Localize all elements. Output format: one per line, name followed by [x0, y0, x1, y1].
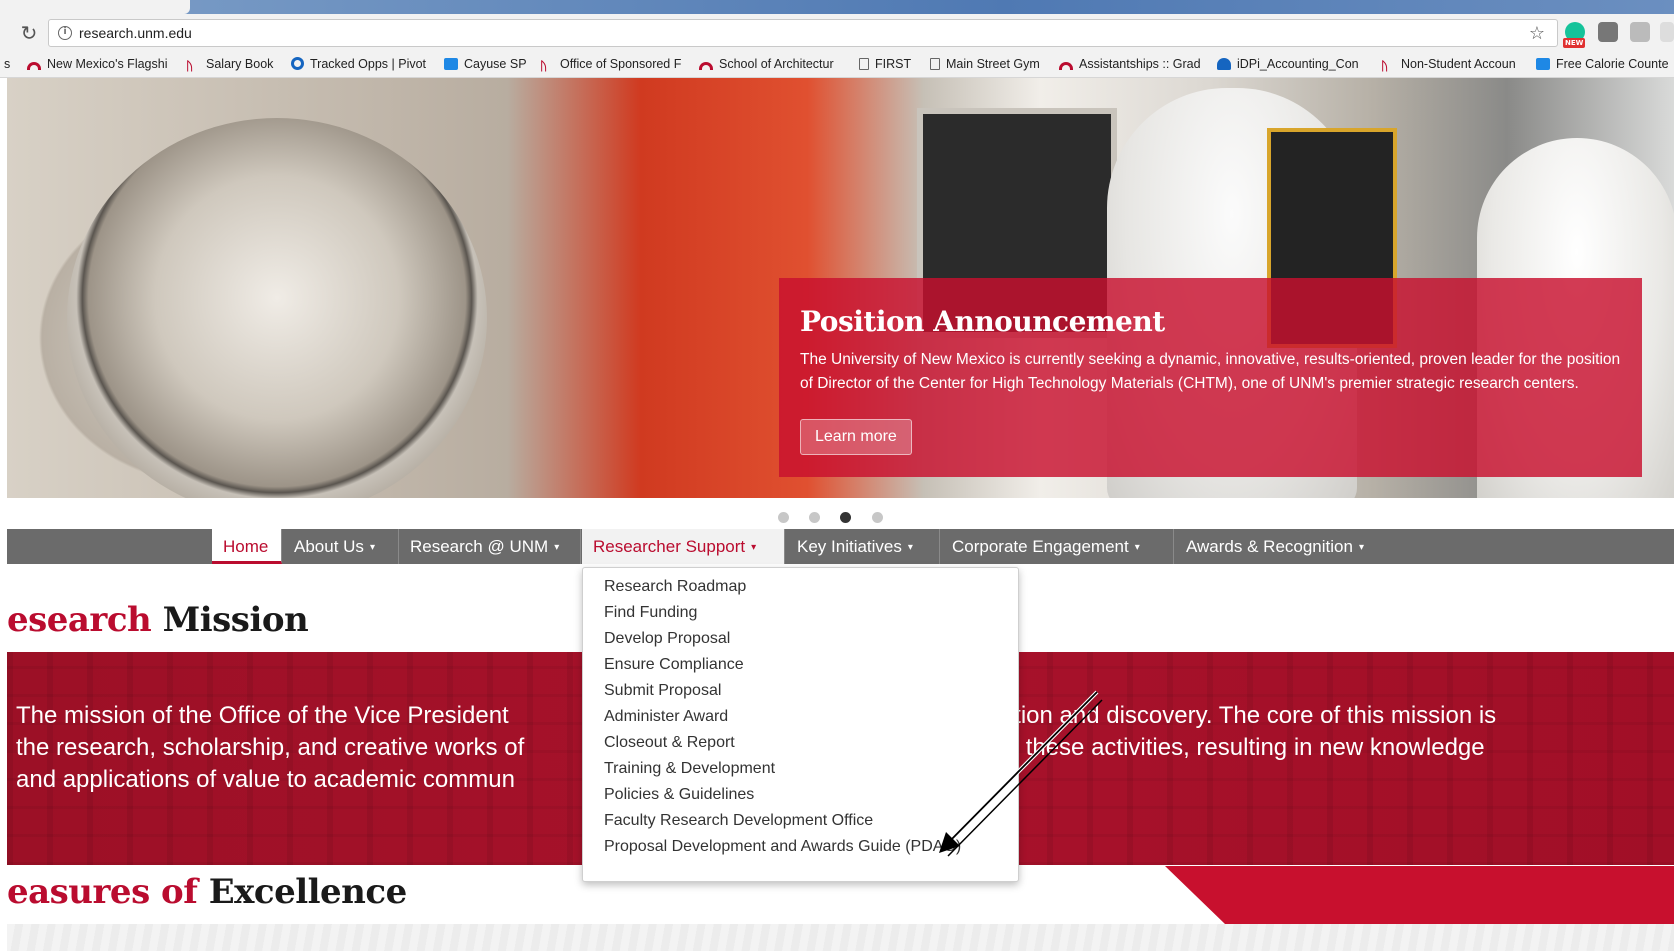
- bookmark-item[interactable]: ᚢ Office of Sponsored F: [540, 57, 682, 73]
- nav-about-us[interactable]: About Us ▾: [283, 529, 399, 564]
- dropdown-item-administer-award[interactable]: Administer Award: [604, 706, 728, 728]
- active-tab[interactable]: [0, 0, 190, 14]
- nav-key-initiatives[interactable]: Key Initiatives ▾: [786, 529, 940, 564]
- nav-researcher-support[interactable]: Researcher Support ▾: [582, 529, 785, 564]
- bookmark-label: iDPi_Accounting_Con: [1237, 57, 1359, 71]
- extension-icon[interactable]: [1630, 22, 1650, 42]
- caret-down-icon: ▾: [1358, 542, 1364, 553]
- bookmark-item[interactable]: ᚢ Salary Book: [186, 57, 274, 73]
- caret-down-icon: ▾: [554, 542, 560, 553]
- dropdown-item-find-funding[interactable]: Find Funding: [604, 602, 697, 624]
- announcement-title: Position Announcement: [800, 305, 1165, 338]
- dropdown-item-ensure-compliance[interactable]: Ensure Compliance: [604, 654, 744, 676]
- nav-label: Researcher Support: [593, 537, 746, 556]
- bookmark-overflow-fragment[interactable]: s: [4, 57, 10, 71]
- nav-label: Research @ UNM: [410, 537, 549, 556]
- bookmark-item[interactable]: New Mexico's Flagshi: [27, 57, 167, 71]
- footer-texture: [7, 924, 1674, 951]
- extension-icon[interactable]: [1660, 22, 1674, 42]
- caret-down-icon: ▾: [751, 542, 757, 553]
- researcher-support-dropdown: Research Roadmap Find Funding Develop Pr…: [582, 567, 1019, 882]
- calorie-icon: [1536, 58, 1550, 70]
- dropdown-item-submit-proposal[interactable]: Submit Proposal: [604, 680, 721, 702]
- heading-dark-part: Mission: [151, 600, 309, 640]
- bookmark-label: Cayuse SP: [464, 57, 527, 71]
- address-bar[interactable]: i research.unm.edu ☆: [48, 19, 1558, 47]
- research-mission-heading: esearch Mission: [7, 600, 309, 640]
- nav-label: Corporate Engagement: [952, 537, 1129, 556]
- bookmark-item[interactable]: ᚢ Non-Student Accoun: [1381, 57, 1516, 73]
- nav-research-at-unm[interactable]: Research @ UNM ▾: [399, 529, 581, 564]
- nav-label: Awards & Recognition: [1186, 537, 1353, 556]
- carousel-dot[interactable]: [778, 512, 789, 523]
- extension-new-badge: NEW: [1563, 38, 1586, 48]
- dropdown-item-closeout-report[interactable]: Closeout & Report: [604, 732, 735, 754]
- page-icon: [930, 58, 940, 70]
- pivot-icon: [291, 57, 304, 70]
- unm-arc-icon: [699, 62, 713, 70]
- star-icon[interactable]: ☆: [1529, 23, 1545, 44]
- extension-icon[interactable]: [1598, 22, 1618, 42]
- dropdown-item-training-development[interactable]: Training & Development: [604, 758, 775, 780]
- nav-corporate-engagement[interactable]: Corporate Engagement ▾: [941, 529, 1174, 564]
- hero-image-vacuum-chamber: [67, 118, 487, 498]
- bookmark-label: Salary Book: [206, 57, 274, 71]
- nav-awards-recognition[interactable]: Awards & Recognition ▾: [1175, 529, 1399, 564]
- unm-logo-icon: ᚢ: [186, 59, 194, 73]
- bookmark-label: New Mexico's Flagshi: [47, 57, 168, 71]
- nav-label: Home: [223, 537, 269, 556]
- caret-down-icon: ▾: [1134, 542, 1140, 553]
- bookmark-item[interactable]: Cayuse SP: [444, 57, 527, 71]
- bookmark-label: Office of Sponsored F: [560, 57, 682, 71]
- bookmark-item[interactable]: Assistantships :: Grad: [1059, 57, 1201, 71]
- nav-label: Key Initiatives: [797, 537, 902, 556]
- bookmark-label: Non-Student Accoun: [1401, 57, 1516, 71]
- bookmarks-bar: s New Mexico's Flagshi ᚢ Salary Book Trac…: [0, 52, 1674, 78]
- unm-arc-icon: [1059, 62, 1073, 70]
- info-icon[interactable]: i: [58, 26, 72, 40]
- nav-home[interactable]: Home: [212, 529, 282, 564]
- browser-toolbar: ↻ i research.unm.edu ☆ NEW: [0, 14, 1674, 52]
- carousel-dot[interactable]: [872, 512, 883, 523]
- bookmark-label: Assistantships :: Grad: [1079, 57, 1201, 71]
- bookmark-item[interactable]: School of Architectur: [699, 57, 834, 71]
- unm-logo-icon: ᚢ: [540, 59, 548, 73]
- learn-more-button[interactable]: Learn more: [800, 419, 912, 455]
- dropdown-item-policies-guidelines[interactable]: Policies & Guidelines: [604, 784, 754, 806]
- bookmark-label: Main Street Gym: [946, 57, 1040, 71]
- bookmark-label: Tracked Opps | Pivot: [310, 57, 427, 71]
- heading-red-part: easures of: [7, 872, 198, 912]
- page-icon: [859, 58, 869, 70]
- bookmark-item[interactable]: Free Calorie Counte: [1536, 57, 1669, 71]
- caret-down-icon: ▾: [907, 542, 913, 553]
- cayuse-icon: [444, 58, 458, 70]
- dropdown-item-pdag[interactable]: Proposal Development and Awards Guide (P…: [604, 836, 961, 858]
- dropdown-item-research-roadmap[interactable]: Research Roadmap: [604, 576, 746, 598]
- caret-down-icon: ▾: [369, 542, 375, 553]
- decorative-red-wedge: [1165, 866, 1674, 924]
- url-text: research.unm.edu: [79, 25, 192, 41]
- bookmark-item[interactable]: FIRST: [859, 57, 911, 71]
- cloud-icon: [1217, 58, 1231, 70]
- heading-dark-part: Excellence: [197, 872, 408, 912]
- announcement-card: Position Announcement The University of …: [779, 278, 1642, 477]
- dropdown-item-faculty-research-development-office[interactable]: Faculty Research Development Office: [604, 810, 873, 832]
- nav-label: About Us: [294, 537, 364, 556]
- carousel-dot[interactable]: [809, 512, 820, 523]
- unm-arc-icon: [27, 62, 41, 70]
- dropdown-item-develop-proposal[interactable]: Develop Proposal: [604, 628, 730, 650]
- bookmark-item[interactable]: Main Street Gym: [930, 57, 1040, 71]
- unm-logo-icon: ᚢ: [1381, 59, 1389, 73]
- carousel-dot-active[interactable]: [840, 512, 851, 523]
- measures-heading: easures of Excellence: [7, 872, 407, 912]
- tab-strip: [0, 0, 1674, 14]
- heading-red-part: esearch: [7, 600, 152, 640]
- bookmark-label: Free Calorie Counte: [1556, 57, 1669, 71]
- announcement-body: The University of New Mexico is currentl…: [800, 351, 1621, 392]
- bookmark-item[interactable]: Tracked Opps | Pivot: [291, 57, 426, 71]
- bookmark-item[interactable]: iDPi_Accounting_Con: [1217, 57, 1359, 71]
- bookmark-label: FIRST: [875, 57, 912, 71]
- bookmark-label: School of Architectur: [719, 57, 834, 71]
- reload-icon[interactable]: ↻: [18, 22, 40, 44]
